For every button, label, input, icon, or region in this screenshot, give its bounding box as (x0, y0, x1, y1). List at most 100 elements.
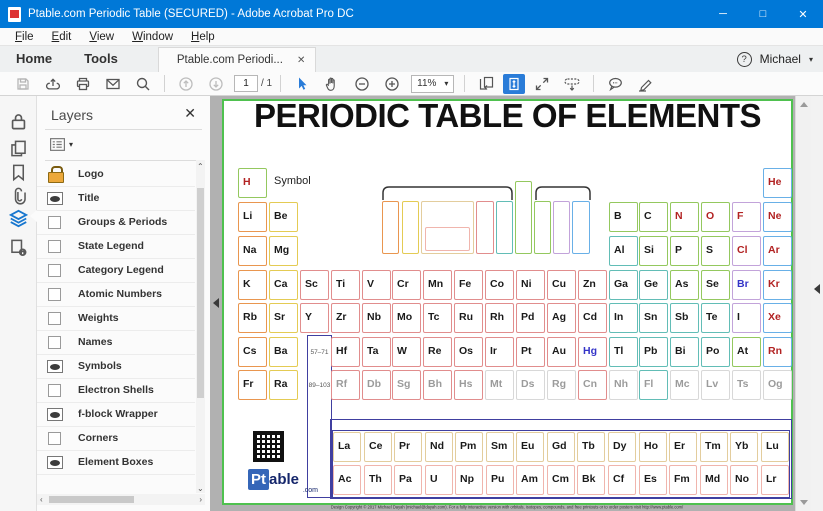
layer-label: Logo (78, 168, 104, 180)
layers-options-button[interactable]: ▾ (49, 137, 73, 152)
layer-row-title[interactable]: Title (37, 187, 195, 211)
share-icon[interactable] (40, 73, 66, 95)
element-np: Np (455, 465, 483, 495)
reading-mode-icon[interactable] (559, 73, 585, 95)
select-tool-icon[interactable] (289, 73, 315, 95)
layer-row-symbols[interactable]: Symbols (37, 355, 195, 379)
layer-label: Weights (78, 312, 119, 324)
layer-row-corners[interactable]: Corners (37, 427, 195, 451)
save-icon[interactable] (10, 73, 36, 95)
element-kr: Kr (763, 270, 792, 300)
comment-icon[interactable] (602, 73, 628, 95)
account-dropdown-icon[interactable]: ▾ (809, 55, 813, 64)
minimize-button[interactable]: ─ (703, 0, 743, 28)
element-dy: Dy (608, 432, 636, 462)
maximize-button[interactable]: □ (743, 0, 783, 28)
menu-edit[interactable]: Edit (43, 31, 81, 43)
layer-row-f-block-wrapper[interactable]: f-block Wrapper (37, 403, 195, 427)
layer-row-electron-shells[interactable]: Electron Shells (37, 379, 195, 403)
layer-visibility-checkbox[interactable] (48, 240, 61, 253)
menu-file[interactable]: File (6, 31, 43, 43)
element-in: In (609, 303, 638, 333)
layer-visible-eye-icon[interactable] (47, 456, 63, 469)
document-scrollbar[interactable] (795, 96, 811, 511)
layer-visibility-checkbox[interactable] (48, 216, 61, 229)
bookmarks-icon[interactable] (9, 163, 28, 182)
layer-row-state-legend[interactable]: State Legend (37, 235, 195, 259)
next-page-icon[interactable] (203, 73, 229, 95)
layer-row-weights[interactable]: Weights (37, 307, 195, 331)
search-icon[interactable] (130, 73, 156, 95)
layer-row-element-boxes[interactable]: Element Boxes (37, 451, 195, 475)
tab-home[interactable]: Home (0, 51, 68, 72)
layer-visible-eye-icon[interactable] (47, 360, 63, 373)
zoom-out-icon[interactable] (349, 73, 375, 95)
layer-visibility-checkbox[interactable] (48, 384, 61, 397)
attachments-icon[interactable] (9, 186, 28, 205)
element-ac: Ac (333, 465, 361, 495)
element-li: Li (238, 202, 267, 232)
layer-visibility-checkbox[interactable] (48, 312, 61, 325)
layer-row-atomic-numbers[interactable]: Atomic Numbers (37, 283, 195, 307)
collapse-left-panel-icon[interactable] (213, 298, 219, 308)
email-icon[interactable] (100, 73, 126, 95)
element-cd: Cd (578, 303, 607, 333)
scroll-down-icon[interactable] (800, 500, 808, 505)
tab-document[interactable]: Ptable.com Periodi... ✕ (158, 47, 317, 72)
account-name[interactable]: Michael (760, 52, 801, 66)
layer-label: Title (78, 192, 99, 204)
security-lock-icon[interactable] (9, 112, 28, 131)
element-ga: Ga (609, 270, 638, 300)
close-button[interactable]: ✕ (783, 0, 823, 28)
menu-window[interactable]: Window (123, 31, 182, 43)
layer-visibility-checkbox[interactable] (48, 432, 61, 445)
model-tree-icon[interactable] (9, 238, 28, 257)
element-mg: Mg (269, 236, 298, 266)
previous-page-icon[interactable] (173, 73, 199, 95)
print-icon[interactable] (70, 73, 96, 95)
legend-box-alkali (382, 201, 399, 254)
fullscreen-icon[interactable] (529, 73, 555, 95)
menu-view[interactable]: View (80, 31, 123, 43)
layers-panel-close-icon[interactable]: ✕ (184, 105, 196, 122)
element-yb: Yb (730, 432, 758, 462)
layer-visible-eye-icon[interactable] (47, 192, 63, 205)
layer-row-groups-periods[interactable]: Groups & Periods (37, 211, 195, 235)
layer-visible-eye-icon[interactable] (47, 408, 63, 421)
layer-row-logo[interactable]: Logo (37, 163, 195, 187)
zoom-caret-icon: ▾ (444, 79, 448, 88)
layer-lock-icon[interactable] (48, 166, 62, 182)
fit-width-icon[interactable] (473, 73, 499, 95)
layers-icon-active[interactable] (9, 209, 28, 228)
layers-horizontal-scrollbar[interactable]: ‹ › (37, 494, 205, 505)
layer-visibility-checkbox[interactable] (48, 288, 61, 301)
element-mt: Mt (485, 370, 514, 400)
collapse-right-panel-icon[interactable] (814, 284, 820, 294)
element-os: Os (454, 337, 483, 367)
page-thumbnails-icon[interactable] (9, 139, 28, 158)
element-lu: Lu (761, 432, 789, 462)
element-hs: Hs (454, 370, 483, 400)
tab-tools[interactable]: Tools (68, 51, 134, 72)
layer-row-names[interactable]: Names (37, 331, 195, 355)
tab-close-icon[interactable]: ✕ (297, 55, 305, 66)
fit-page-button-selected[interactable] (503, 74, 525, 94)
element-re: Re (423, 337, 452, 367)
element-al: Al (609, 236, 638, 266)
legend-box-halogen (553, 201, 570, 254)
layer-visibility-checkbox[interactable] (48, 336, 61, 349)
page-number-input[interactable] (234, 75, 258, 92)
zoom-level-select[interactable]: 11% ▾ (411, 75, 454, 93)
help-icon[interactable]: ? (737, 52, 752, 67)
element-cl: Cl (732, 236, 761, 266)
layers-vertical-scrollbar[interactable]: ⌃ ⌄ (196, 160, 205, 493)
layer-row-category-legend[interactable]: Category Legend (37, 259, 195, 283)
acrobat-window: Ptable.com Periodic Table (SECURED) - Ad… (0, 0, 823, 511)
highlighter-icon[interactable] (632, 73, 658, 95)
element-nh: Nh (609, 370, 638, 400)
zoom-in-icon[interactable] (379, 73, 405, 95)
menu-help[interactable]: Help (182, 31, 224, 43)
hand-tool-icon[interactable] (319, 73, 345, 95)
layer-visibility-checkbox[interactable] (48, 264, 61, 277)
scroll-up-icon[interactable] (800, 102, 808, 107)
